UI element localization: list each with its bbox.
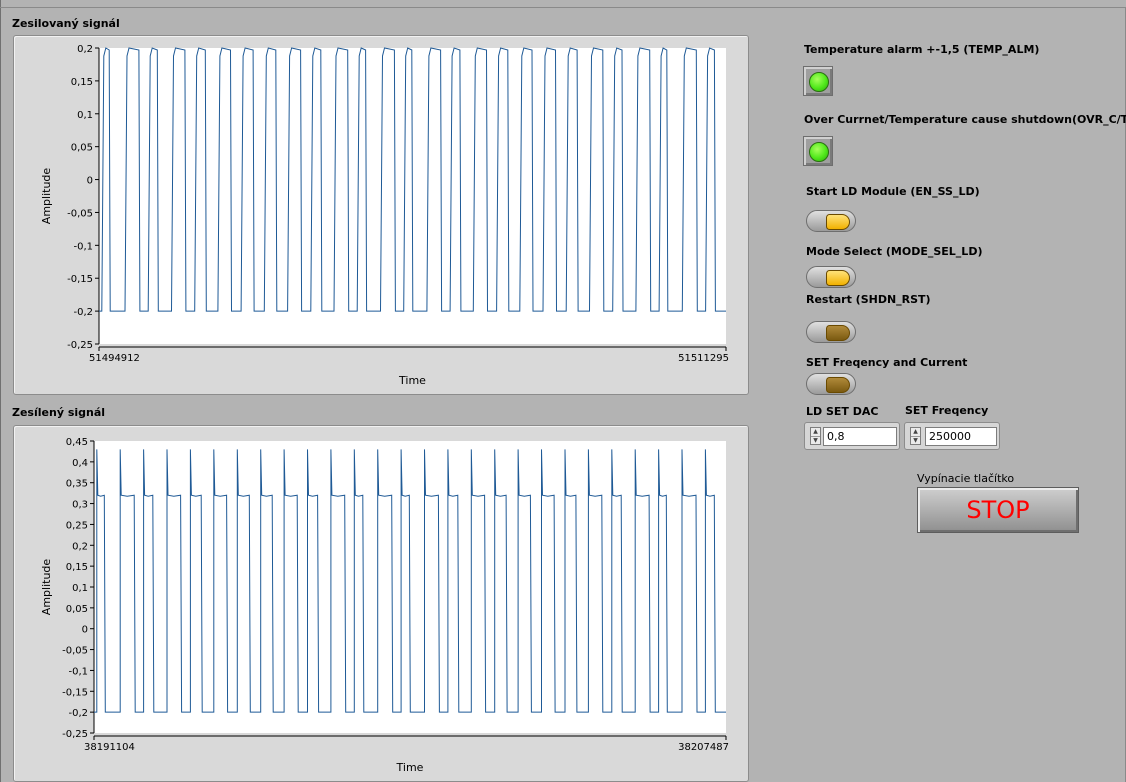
chart2-title: Zesílený signál [12,406,106,419]
chart2-plot: 0,45 0,4 0,35 0,3 0,25 0,2 0,15 0,1 0,05 0 -0,05 -0… [40,437,729,774]
increment-arrow-icon[interactable]: ▲ [911,428,920,436]
temp-alarm-label: Temperature alarm +-1,5 (TEMP_ALM) [804,43,1040,56]
ovr-led [803,136,833,166]
stop-caption: Vypínacie tlačítko [917,472,1015,485]
set-freq-current-switch[interactable] [806,373,856,395]
y-tick-label: 0,1 [72,583,88,594]
ld-set-dac-input[interactable]: 0,8 [823,427,897,446]
x-tick-label: 51511295 [678,353,729,364]
stop-button[interactable]: STOP [917,487,1079,533]
switch-light-icon [826,377,850,393]
ld-set-dac-spinner[interactable]: ▲ ▼ [810,427,821,445]
y-tick-label: 0,15 [66,562,88,573]
mode-sel-switch[interactable] [806,266,856,288]
y-axis-title: Amplitude [40,168,53,225]
y-tick-label: 0 [82,625,88,636]
set-freq-label: SET Freqency [905,404,989,417]
y-tick-label: 0,45 [66,437,88,448]
x-axis-title: Time [398,374,426,387]
y-tick-label: -0,1 [73,241,93,252]
ovr-label: Over Currnet/Temperature cause shutdown(… [804,113,1126,126]
y-tick-label: -0,15 [62,687,88,698]
window-left-edge [0,0,1,782]
chart1-panel[interactable]: 0,2 0,15 0,1 0,05 0 -0,05 -0,1 -0,15 -0,2 -0,25 51… [13,35,749,395]
y-tick-label: 0,25 [66,520,88,531]
chart2-panel[interactable]: 0,45 0,4 0,35 0,3 0,25 0,2 0,15 0,1 0,05 0 -0,05 -0… [13,425,749,782]
decrement-arrow-icon[interactable]: ▼ [911,436,920,445]
y-tick-label: 0,3 [72,500,88,511]
y-tick-label: 0 [87,176,93,187]
chart1-title: Zesilovaný signál [12,17,120,30]
chart1-plot: 0,2 0,15 0,1 0,05 0 -0,05 -0,1 -0,15 -0,2 -0,25 51… [40,44,729,387]
shdn-rst-switch[interactable] [806,321,856,343]
led-light-icon [809,142,829,162]
y-tick-label: -0,05 [67,208,93,219]
en-ss-ld-switch[interactable] [806,210,856,232]
mode-sel-label: Mode Select (MODE_SEL_LD) [806,245,983,258]
y-tick-label: -0,25 [67,340,93,351]
switch-light-icon [826,325,850,341]
y-tick-label: 0,4 [72,458,88,469]
decrement-arrow-icon[interactable]: ▼ [811,436,820,445]
x-tick-label: 38191104 [84,742,135,753]
x-tick-label: 38207487 [678,742,729,753]
x-axis-title: Time [396,761,424,774]
window-top-edge [0,7,1126,8]
led-light-icon [809,72,829,92]
set-freq-input[interactable]: 250000 [925,427,997,446]
y-tick-label: -0,2 [73,307,93,318]
y-tick-label: 0,2 [77,44,93,55]
y-tick-label: 0,35 [66,479,88,490]
x-tick-label: 51494912 [89,353,140,364]
y-tick-label: -0,15 [67,274,93,285]
y-tick-label: 0,1 [77,110,93,121]
y-tick-label: 0,05 [66,604,88,615]
y-tick-label: 0,05 [71,143,93,154]
ld-set-dac-label: LD SET DAC [806,405,879,418]
y-tick-label: 0,2 [72,541,88,552]
y-tick-label: -0,1 [68,666,88,677]
set-freq-current-label: SET Freqency and Current [806,356,968,369]
y-tick-label: 0,15 [71,77,93,88]
set-freq-control: ▲ ▼ 250000 [904,422,1000,450]
y-tick-label: -0,2 [68,708,88,719]
set-freq-spinner[interactable]: ▲ ▼ [910,427,921,445]
y-tick-label: -0,25 [62,729,88,740]
temp-alarm-led [803,66,833,96]
en-ss-ld-label: Start LD Module (EN_SS_LD) [806,185,980,198]
switch-light-icon [826,214,850,230]
y-axis-title: Amplitude [40,559,53,616]
ld-set-dac-control: ▲ ▼ 0,8 [804,422,900,450]
shdn-rst-label: Restart (SHDN_RST) [806,293,931,306]
switch-light-icon [826,270,850,286]
y-tick-label: -0,05 [62,646,88,657]
increment-arrow-icon[interactable]: ▲ [811,428,820,436]
